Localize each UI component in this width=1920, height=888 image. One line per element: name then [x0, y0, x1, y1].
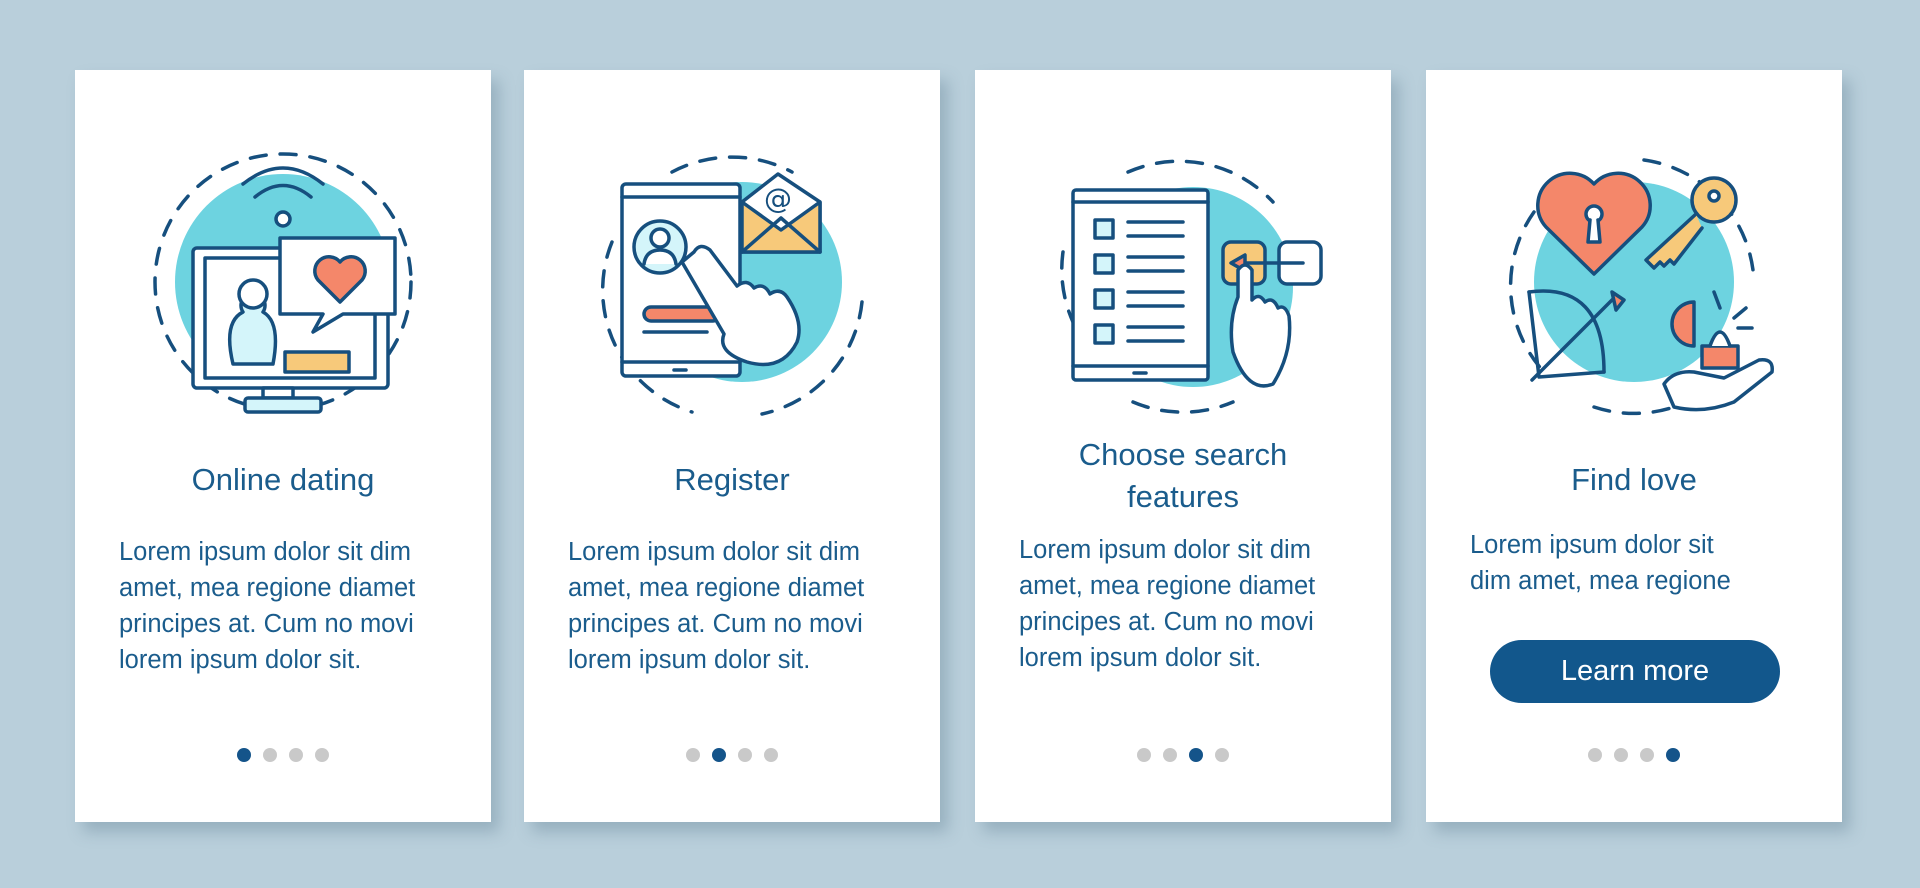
learn-more-button[interactable]: Learn more: [1490, 640, 1780, 703]
svg-text:@: @: [764, 182, 792, 215]
page-dot-4[interactable]: [315, 748, 329, 762]
page-dot-2[interactable]: [263, 748, 277, 762]
screen-description: Lorem ipsum dolor sit dim amet, mea regi…: [1019, 536, 1316, 672]
page-dot-1[interactable]: [686, 748, 700, 762]
search-features-checklist-icon: [1033, 122, 1333, 422]
page-dot-2[interactable]: [1163, 748, 1177, 762]
screen-title-line-1: Choose search: [1078, 437, 1288, 472]
onboarding-screen-register: @ Register Lorem ipsum dolor sit dim ame…: [524, 70, 940, 822]
page-dot-2-active[interactable]: [712, 748, 726, 762]
page-dot-3[interactable]: [1640, 748, 1654, 762]
page-indicator: [975, 748, 1391, 762]
screen-title: Find love: [1571, 462, 1697, 497]
page-indicator: [75, 748, 491, 762]
screen-title: Online dating: [191, 462, 375, 497]
screen-title-line-2: features: [1126, 479, 1239, 514]
onboarding-screen-online-dating: Online dating Lorem ipsum dolor sit dim …: [75, 70, 491, 822]
page-dot-3[interactable]: [289, 748, 303, 762]
page-dot-4[interactable]: [1215, 748, 1229, 762]
page-dot-2[interactable]: [1614, 748, 1628, 762]
online-dating-monitor-icon: [133, 122, 433, 422]
page-dot-3[interactable]: [738, 748, 752, 762]
screen-description: Lorem ipsum dolor sit dim amet, mea regi…: [568, 538, 865, 674]
screen-description: Lorem ipsum dolor sit dim amet, mea regi…: [1470, 531, 1731, 595]
onboarding-screen-search-features: Choose search features Lorem ipsum dolor…: [975, 70, 1391, 822]
page-dot-4-active[interactable]: [1666, 748, 1680, 762]
find-love-heart-key-icon: [1484, 122, 1784, 422]
page-dot-1[interactable]: [1588, 748, 1602, 762]
page-indicator: [524, 748, 940, 762]
page-dot-1-active[interactable]: [237, 748, 251, 762]
onboarding-screen-find-love: Find love Lorem ipsum dolor sit dim amet…: [1426, 70, 1842, 822]
screen-title: Register: [674, 462, 790, 497]
screen-description: Lorem ipsum dolor sit dim amet, mea regi…: [119, 538, 416, 674]
screen-title: Choose search features: [995, 434, 1371, 518]
page-dot-3-active[interactable]: [1189, 748, 1203, 762]
page-indicator: [1426, 748, 1842, 762]
page-dot-4[interactable]: [764, 748, 778, 762]
register-tablet-email-icon: @: [582, 122, 882, 422]
page-dot-1[interactable]: [1137, 748, 1151, 762]
